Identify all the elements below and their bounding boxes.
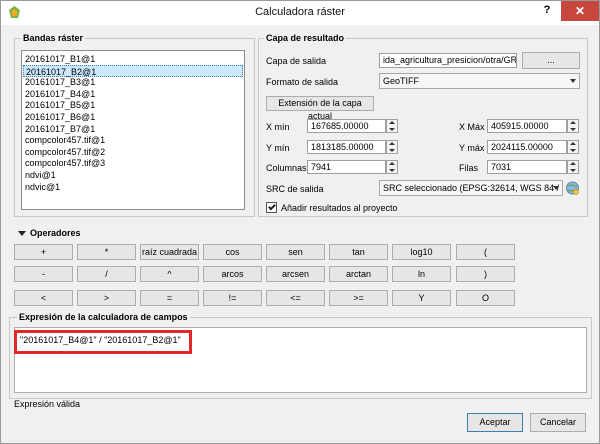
columns-label: Columnas bbox=[266, 163, 307, 173]
output-layer-label: Capa de salida bbox=[266, 56, 327, 66]
operator-button[interactable]: ) bbox=[456, 266, 515, 282]
operator-button[interactable]: arcsen bbox=[266, 266, 325, 282]
result-layer-title: Capa de resultado bbox=[264, 33, 347, 43]
output-crs-label: SRC de salida bbox=[266, 184, 324, 194]
xmax-label: X Máx bbox=[459, 122, 485, 132]
expression-highlight-box bbox=[14, 330, 192, 354]
rows-spin-arrows[interactable] bbox=[567, 160, 579, 174]
rows-input[interactable]: 7031 bbox=[487, 160, 567, 174]
columns-spin-arrows[interactable] bbox=[386, 160, 398, 174]
band-list-item[interactable]: 20161017_B2@1 bbox=[23, 64, 243, 77]
columns-input[interactable]: 7941 bbox=[307, 160, 386, 174]
band-list-item[interactable]: 20161017_B5@1 bbox=[23, 99, 243, 111]
operator-button[interactable]: >= bbox=[329, 290, 388, 306]
xmin-label: X mín bbox=[266, 122, 290, 132]
operator-button[interactable]: * bbox=[77, 244, 136, 260]
output-crs-select[interactable]: SRC seleccionado (EPSG:32614, WGS 84 / U bbox=[379, 180, 563, 196]
operator-button[interactable]: ( bbox=[456, 244, 515, 260]
ymax-spin-arrows[interactable] bbox=[567, 140, 579, 154]
operator-button[interactable]: > bbox=[77, 290, 136, 306]
xmin-input[interactable]: 167685.00000 bbox=[307, 119, 386, 133]
add-result-checkbox[interactable] bbox=[266, 202, 277, 213]
band-list-item[interactable]: 20161017_B4@1 bbox=[23, 88, 243, 100]
raster-bands-list[interactable]: 20161017_B1@1 20161017_B2@1 20161017_B3@1 2… bbox=[21, 50, 245, 210]
output-crs-value: SRC seleccionado (EPSG:32614, WGS 84 / U bbox=[383, 183, 563, 193]
accept-button[interactable]: Aceptar bbox=[467, 413, 523, 432]
band-list-item[interactable]: compcolor457.tif@2 bbox=[23, 146, 243, 158]
expression-title: Expresión de la calculadora de campos bbox=[17, 312, 190, 322]
operator-button[interactable]: <= bbox=[266, 290, 325, 306]
close-button[interactable]: ✕ bbox=[561, 1, 599, 21]
rows-label: Filas bbox=[459, 163, 479, 173]
chevron-down-icon bbox=[553, 186, 559, 190]
band-list-item[interactable]: compcolor457.tif@1 bbox=[23, 134, 243, 146]
operator-button[interactable]: = bbox=[140, 290, 199, 306]
ymax-label: Y máx bbox=[459, 143, 485, 153]
output-format-label: Formato de salida bbox=[266, 77, 339, 87]
operator-button[interactable]: raíz cuadrada bbox=[140, 244, 199, 260]
ymin-label: Y mín bbox=[266, 143, 290, 153]
browse-output-button[interactable]: ... bbox=[522, 52, 580, 69]
operators-title: Operadores bbox=[30, 228, 81, 238]
cancel-button[interactable]: Cancelar bbox=[530, 413, 586, 432]
band-list-item[interactable]: 20161017_B6@1 bbox=[23, 111, 243, 123]
band-list-item[interactable]: compcolor457.tif@3 bbox=[23, 157, 243, 169]
operator-button[interactable]: != bbox=[203, 290, 262, 306]
current-layer-extent-button[interactable]: Extensión de la capa actual bbox=[266, 96, 374, 121]
operator-button[interactable]: Y bbox=[392, 290, 451, 306]
window-title: Calculadora ráster bbox=[255, 6, 345, 18]
band-list-item[interactable]: ndvi@1 bbox=[23, 169, 243, 181]
collapse-operators-icon[interactable] bbox=[18, 231, 26, 236]
operator-button[interactable]: cos bbox=[203, 244, 262, 260]
operator-button[interactable]: log10 bbox=[392, 244, 451, 260]
ymin-spin-arrows[interactable] bbox=[386, 140, 398, 154]
operator-button[interactable]: arcos bbox=[203, 266, 262, 282]
operator-button[interactable]: < bbox=[14, 290, 73, 306]
operator-button[interactable]: tan bbox=[329, 244, 388, 260]
add-result-label: Añadir resultados al proyecto bbox=[281, 203, 398, 213]
output-format-value: GeoTIFF bbox=[383, 76, 420, 86]
checkmark-icon bbox=[268, 202, 276, 211]
ymax-input[interactable]: 2024115.00000 bbox=[487, 140, 567, 154]
xmax-input[interactable]: 405915.00000 bbox=[487, 119, 567, 133]
operator-button[interactable]: sen bbox=[266, 244, 325, 260]
raster-calculator-dialog: Calculadora ráster ? ✕ Bandas ráster 201… bbox=[0, 0, 600, 444]
xmax-spin-arrows[interactable] bbox=[567, 119, 579, 133]
expression-status: Expresión válida bbox=[14, 399, 81, 409]
operator-button[interactable]: ^ bbox=[140, 266, 199, 282]
help-button[interactable]: ? bbox=[539, 4, 555, 20]
operator-button[interactable]: + bbox=[14, 244, 73, 260]
output-format-select[interactable]: GeoTIFF bbox=[379, 73, 580, 89]
xmin-spin-arrows[interactable] bbox=[386, 119, 398, 133]
operator-button[interactable]: - bbox=[14, 266, 73, 282]
operator-button[interactable]: / bbox=[77, 266, 136, 282]
crs-selector-icon[interactable] bbox=[565, 180, 580, 196]
operator-button[interactable]: O bbox=[456, 290, 515, 306]
output-layer-input[interactable]: ida_agricultura_presicion/otra/GRVI bbox=[379, 53, 517, 68]
band-list-item[interactable]: 20161017_B7@1 bbox=[23, 123, 243, 135]
band-list-item[interactable]: 20161017_B1@1 bbox=[23, 53, 243, 65]
operator-button[interactable]: arctan bbox=[329, 266, 388, 282]
band-list-item[interactable]: 20161017_B3@1 bbox=[23, 76, 243, 88]
band-list-item[interactable]: ndvic@1 bbox=[23, 181, 243, 193]
title-bar: Calculadora ráster ? ✕ bbox=[1, 1, 599, 25]
raster-bands-title: Bandas ráster bbox=[21, 33, 86, 43]
chevron-down-icon bbox=[570, 79, 576, 83]
ymin-input[interactable]: 1813185.00000 bbox=[307, 140, 386, 154]
operator-button[interactable]: ln bbox=[392, 266, 451, 282]
